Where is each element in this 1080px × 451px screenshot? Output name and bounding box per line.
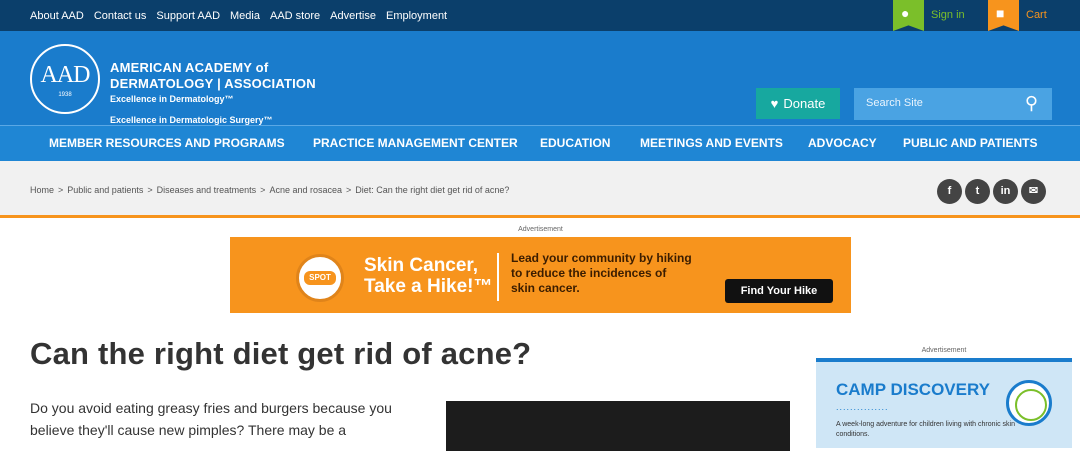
- user-flag: ●: [893, 0, 924, 31]
- cart-icon: ■: [996, 5, 1005, 21]
- spot-text: SPOT: [304, 271, 336, 285]
- nav-meetings[interactable]: MEETINGS AND EVENTS: [640, 136, 783, 150]
- contact-link[interactable]: Contact us: [94, 10, 147, 22]
- aad-logo[interactable]: AAD 1938: [30, 44, 100, 114]
- about-link[interactable]: About AAD: [30, 10, 84, 22]
- breadcrumb: Home > Public and patients > Diseases and tr…: [30, 185, 510, 195]
- nav-education[interactable]: EDUCATION: [540, 136, 610, 150]
- cart-label: Cart: [1026, 9, 1047, 21]
- support-link[interactable]: Support AAD: [156, 10, 220, 22]
- crumb-acne[interactable]: Acne and rosacea: [269, 185, 342, 195]
- donate-label: Donate: [783, 96, 826, 111]
- utility-links: About AAD Contact us Support AAD Media A…: [30, 0, 447, 31]
- site-header: AAD 1938 AMERICAN ACADEMY of DERMATOLOGY…: [0, 31, 1080, 125]
- ad-divider: [497, 253, 499, 301]
- search-placeholder: Search Site: [866, 97, 923, 109]
- cart-button[interactable]: ■ Cart: [988, 0, 1068, 31]
- tagline-2: Excellence in Dermatologic Surgery™: [110, 115, 273, 125]
- ad-lead-1: Lead your community by hiking: [511, 251, 692, 265]
- sign-in-button[interactable]: ● Sign in: [893, 0, 976, 31]
- store-link[interactable]: AAD store: [270, 10, 320, 22]
- main-nav: MEMBER RESOURCES AND PROGRAMS PRACTICE M…: [0, 125, 1080, 161]
- utility-bar: About AAD Contact us Support AAD Media A…: [0, 0, 1080, 31]
- email-icon[interactable]: ✉: [1021, 179, 1046, 204]
- logo-letters: AAD: [40, 62, 91, 88]
- employment-link[interactable]: Employment: [386, 10, 447, 22]
- article-intro: Do you avoid eating greasy fries and bur…: [30, 397, 430, 441]
- search-input[interactable]: Search Site ⚲: [854, 88, 1052, 120]
- advertise-link[interactable]: Advertise: [330, 10, 376, 22]
- org-line-1: AMERICAN ACADEMY of: [110, 60, 269, 75]
- sign-in-label: Sign in: [931, 9, 965, 21]
- crumb-current: Diet: Can the right diet get rid of acne…: [355, 185, 510, 195]
- camp-description: A week-long adventure for children livin…: [836, 421, 1015, 438]
- crumb-home[interactable]: Home: [30, 185, 54, 195]
- page-title: Can the right diet get rid of acne?: [30, 336, 532, 371]
- donate-button[interactable]: ♥ Donate: [756, 88, 840, 119]
- twitter-icon[interactable]: t: [965, 179, 990, 204]
- org-name[interactable]: AMERICAN ACADEMY of DERMATOLOGY | ASSOCI…: [110, 60, 316, 125]
- linkedin-icon[interactable]: in: [993, 179, 1018, 204]
- ad-lead-2: to reduce the incidences of: [511, 266, 667, 280]
- media-link[interactable]: Media: [230, 10, 260, 22]
- intro-line-1: Do you avoid eating greasy fries and bur…: [30, 400, 392, 416]
- ad-lead: Lead your community by hiking to reduce …: [511, 251, 692, 296]
- ad-banner[interactable]: SPOT Skin Cancer, Take a Hike!™ Lead you…: [230, 237, 851, 313]
- ad-lead-3: skin cancer.: [511, 281, 580, 295]
- crumb-diseases[interactable]: Diseases and treatments: [157, 185, 257, 195]
- find-your-hike-button[interactable]: Find Your Hike: [725, 279, 833, 303]
- camp-badge-icon: [1006, 380, 1052, 426]
- tagline-1: Excellence in Dermatology™: [110, 94, 234, 104]
- search-icon[interactable]: ⚲: [1025, 93, 1038, 114]
- camp-discovery-ad[interactable]: CAMP DISCOVERY ............... A week-lo…: [816, 358, 1072, 448]
- org-line-2: DERMATOLOGY | ASSOCIATION: [110, 76, 316, 91]
- user-icon: ●: [901, 5, 910, 21]
- cart-flag: ■: [988, 0, 1019, 31]
- breadcrumb-bar: Home > Public and patients > Diseases and tr…: [0, 161, 1080, 218]
- ad-headline-2: Take a Hike!™: [364, 276, 493, 297]
- video-player[interactable]: [446, 401, 790, 451]
- logo-year: 1938: [58, 92, 72, 98]
- crumb-public[interactable]: Public and patients: [67, 185, 143, 195]
- ad-headline-1: Skin Cancer,: [364, 255, 479, 276]
- nav-advocacy[interactable]: ADVOCACY: [808, 136, 877, 150]
- nav-public-patients[interactable]: PUBLIC AND PATIENTS: [903, 136, 1037, 150]
- spot-logo: SPOT: [296, 254, 344, 302]
- camp-title: CAMP DISCOVERY: [836, 380, 990, 399]
- nav-practice-management[interactable]: PRACTICE MANAGEMENT CENTER: [313, 136, 518, 150]
- ad-label: Advertisement: [518, 226, 563, 233]
- facebook-icon[interactable]: f: [937, 179, 962, 204]
- nav-member-resources[interactable]: MEMBER RESOURCES AND PROGRAMS: [49, 136, 285, 150]
- ad-headline: Skin Cancer, Take a Hike!™: [364, 255, 492, 297]
- sidebar-ad-label: Advertisement: [921, 347, 967, 354]
- camp-dots: ...............: [836, 402, 889, 412]
- heart-icon: ♥: [770, 96, 779, 111]
